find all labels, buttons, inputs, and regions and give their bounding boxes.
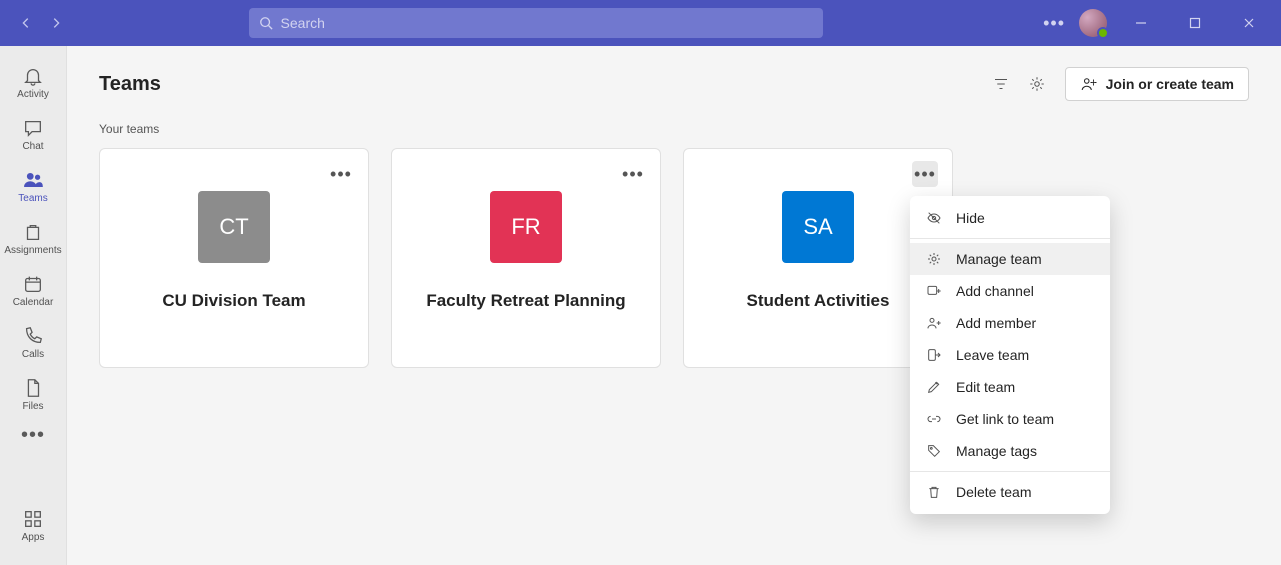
apprail-chat[interactable]: Chat <box>0 108 67 160</box>
apprail-activity[interactable]: Activity <box>0 56 67 108</box>
forward-button[interactable] <box>44 11 68 35</box>
gear-icon <box>1028 75 1046 93</box>
team-context-menu: Hide Manage team Add channel Add member … <box>910 196 1110 514</box>
eye-off-icon <box>926 210 942 226</box>
titlebar: Search ••• <box>0 0 1281 46</box>
apprail-label: Calendar <box>13 297 54 308</box>
file-icon <box>22 377 44 399</box>
team-name: Faculty Retreat Planning <box>414 291 637 311</box>
team-card[interactable]: ••• FR Faculty Retreat Planning <box>391 148 661 368</box>
join-or-create-team-button[interactable]: Join or create team <box>1065 67 1249 101</box>
menu-label: Delete team <box>956 484 1031 500</box>
team-avatar: CT <box>198 191 270 263</box>
menu-separator <box>910 471 1110 472</box>
menu-edit-team[interactable]: Edit team <box>910 371 1110 403</box>
phone-icon <box>22 325 44 347</box>
apprail-calendar[interactable]: Calendar <box>0 264 67 316</box>
filter-button[interactable] <box>985 68 1017 100</box>
apprail-calls[interactable]: Calls <box>0 316 67 368</box>
pencil-icon <box>926 379 942 395</box>
channel-plus-icon <box>926 283 942 299</box>
search-input[interactable]: Search <box>249 8 823 38</box>
menu-leave-team[interactable]: Leave team <box>910 339 1110 371</box>
team-avatar: SA <box>782 191 854 263</box>
apprail-assignments[interactable]: Assignments <box>0 212 67 264</box>
app-rail: Activity Chat Teams Assignments Calendar… <box>0 46 67 565</box>
assignments-icon <box>22 221 44 243</box>
apps-icon <box>22 508 44 530</box>
presence-available-icon <box>1097 27 1109 39</box>
menu-get-link[interactable]: Get link to team <box>910 403 1110 435</box>
gear-icon <box>926 251 942 267</box>
more-options-button[interactable]: ••• <box>1043 13 1065 34</box>
person-plus-icon <box>926 315 942 331</box>
apprail-label: Assignments <box>4 245 61 256</box>
chat-icon <box>22 117 44 139</box>
join-button-label: Join or create team <box>1106 76 1234 92</box>
team-more-button[interactable]: ••• <box>912 161 938 187</box>
team-name: Student Activities <box>735 291 902 311</box>
team-more-button[interactable]: ••• <box>328 161 354 187</box>
apprail-label: Chat <box>22 141 43 152</box>
search-wrap: Search <box>68 8 1043 38</box>
apprail-label: Apps <box>22 532 45 543</box>
apprail-apps[interactable]: Apps <box>0 499 67 551</box>
menu-label: Leave team <box>956 347 1029 363</box>
search-placeholder: Search <box>281 15 325 31</box>
apprail-label: Activity <box>17 89 49 100</box>
leave-icon <box>926 347 942 363</box>
menu-separator <box>910 238 1110 239</box>
menu-label: Edit team <box>956 379 1015 395</box>
team-more-button[interactable]: ••• <box>620 161 646 187</box>
apprail-teams[interactable]: Teams <box>0 160 67 212</box>
menu-label: Add channel <box>956 283 1034 299</box>
main-header: Teams Join or create team <box>99 46 1249 122</box>
menu-manage-tags[interactable]: Manage tags <box>910 435 1110 467</box>
menu-label: Manage team <box>956 251 1042 267</box>
calendar-icon <box>22 273 44 295</box>
menu-hide[interactable]: Hide <box>910 202 1110 234</box>
menu-label: Get link to team <box>956 411 1054 427</box>
team-initials: FR <box>511 214 540 240</box>
menu-manage-team[interactable]: Manage team <box>910 243 1110 275</box>
apprail-label: Files <box>22 401 43 412</box>
apprail-label: Teams <box>18 193 47 204</box>
apprail-more[interactable]: ••• <box>21 424 45 447</box>
bell-icon <box>22 65 44 87</box>
nav-arrows <box>14 11 68 35</box>
apprail-label: Calls <box>22 349 44 360</box>
close-button[interactable] <box>1229 8 1269 38</box>
apprail-files[interactable]: Files <box>0 368 67 420</box>
tag-icon <box>926 443 942 459</box>
back-button[interactable] <box>14 11 38 35</box>
menu-label: Hide <box>956 210 985 226</box>
filter-icon <box>992 75 1010 93</box>
team-name: CU Division Team <box>150 291 317 311</box>
your-teams-label: Your teams <box>99 122 1249 136</box>
teams-icon <box>22 169 44 191</box>
trash-icon <box>926 484 942 500</box>
search-icon <box>259 16 273 30</box>
link-icon <box>926 411 942 427</box>
avatar[interactable] <box>1079 9 1107 37</box>
maximize-button[interactable] <box>1175 8 1215 38</box>
menu-delete-team[interactable]: Delete team <box>910 476 1110 508</box>
people-plus-icon <box>1080 75 1098 93</box>
minimize-button[interactable] <box>1121 8 1161 38</box>
menu-label: Manage tags <box>956 443 1037 459</box>
team-avatar: FR <box>490 191 562 263</box>
team-initials: SA <box>803 214 832 240</box>
menu-add-member[interactable]: Add member <box>910 307 1110 339</box>
titlebar-right: ••• <box>1043 8 1269 38</box>
page-title: Teams <box>99 73 981 96</box>
menu-label: Add member <box>956 315 1036 331</box>
team-card[interactable]: ••• CT CU Division Team <box>99 148 369 368</box>
settings-button[interactable] <box>1021 68 1053 100</box>
menu-add-channel[interactable]: Add channel <box>910 275 1110 307</box>
team-initials: CT <box>219 214 248 240</box>
